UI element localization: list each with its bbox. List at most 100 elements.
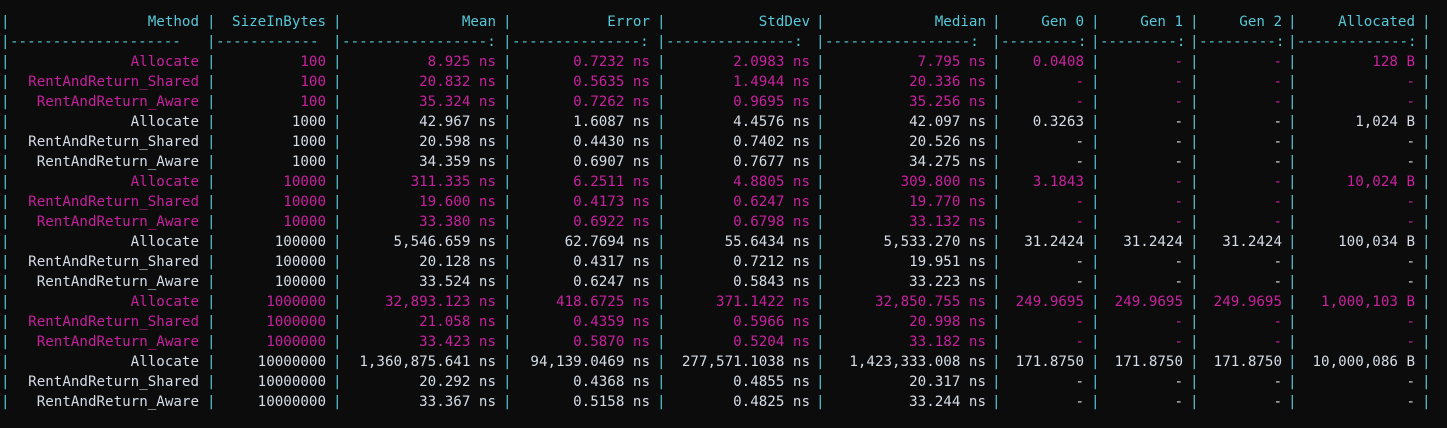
median-cell: 20.317 ns [909, 374, 986, 390]
gen2-cell: - [1273, 394, 1282, 410]
gen2-cell: - [1273, 334, 1282, 350]
table-pipe: | [207, 254, 216, 270]
size-in-bytes-cell: 1000 [291, 114, 326, 130]
gen0-cell: - [1075, 214, 1084, 230]
stddev-separator: ---------------: [666, 34, 803, 50]
method-cell: RentAndReturn_Shared [28, 134, 199, 150]
table-pipe: | [992, 174, 1001, 190]
mean-cell: 8.925 ns [427, 54, 496, 70]
gen2-cell: - [1273, 314, 1282, 330]
error-cell: 62.7694 ns [564, 234, 650, 250]
size-in-bytes-cell: 10000000 [257, 394, 326, 410]
gen0-cell: - [1075, 94, 1084, 110]
gen2-separator: ---------: [1199, 34, 1285, 50]
table-pipe: | [992, 114, 1001, 130]
size-in-bytes-cell: 10000 [283, 214, 326, 230]
mean-cell: 5,546.659 ns [393, 234, 497, 250]
gen1-cell: - [1174, 114, 1183, 130]
error-cell: 6.2511 ns [573, 174, 650, 190]
table-pipe: | [992, 54, 1001, 70]
table-pipe: | [207, 154, 216, 170]
table-row: | | | | | | | | | | | RentAndReturn_Aware 100 35.324 … [0, 92, 1447, 112]
table-pipe: | [992, 14, 1001, 30]
table-row: | | | | | | | | | | | RentAndReturn_Aware 10000000 33… [0, 392, 1447, 412]
median-cell: 33.132 ns [909, 214, 986, 230]
method-cell: RentAndReturn_Shared [28, 314, 199, 330]
table-pipe: | [1422, 334, 1431, 350]
stddev-header: StdDev [758, 14, 810, 30]
gen1-cell: - [1174, 274, 1183, 290]
method-cell: RentAndReturn_Shared [28, 194, 199, 210]
error-cell: 0.4359 ns [573, 314, 650, 330]
table-pipe: | [503, 294, 512, 310]
table-pipe: | [207, 314, 216, 330]
median-cell: 32,850.755 ns [874, 294, 986, 310]
table-pipe: | [992, 334, 1001, 350]
gen2-header: Gen 2 [1239, 14, 1282, 30]
gen1-cell: - [1174, 54, 1183, 70]
gen0-cell: 3.1843 [1032, 174, 1084, 190]
table-pipe: | [333, 294, 342, 310]
table-pipe: | [657, 214, 666, 230]
table-pipe: | [1422, 374, 1431, 390]
table-pipe: | [1190, 114, 1199, 130]
table-pipe: | [1091, 134, 1100, 150]
table-pipe: | [657, 254, 666, 270]
gen0-cell: - [1075, 394, 1084, 410]
table-pipe: | [1190, 54, 1199, 70]
gen1-cell: - [1174, 134, 1183, 150]
stddev-cell: 4.8805 ns [733, 174, 810, 190]
table-pipe: | [1422, 254, 1431, 270]
method-cell: RentAndReturn_Aware [36, 214, 199, 230]
mean-cell: 20.292 ns [419, 374, 496, 390]
median-header: Median [934, 14, 986, 30]
table-pipe: | [333, 194, 342, 210]
table-pipe: | [1422, 314, 1431, 330]
method-cell: RentAndReturn_Aware [36, 154, 199, 170]
table-pipe: | [333, 254, 342, 270]
stddev-cell: 0.5966 ns [733, 314, 810, 330]
mean-cell: 35.324 ns [419, 94, 496, 110]
gen0-header: Gen 0 [1041, 14, 1084, 30]
table-row: | | | | | | | | | | | RentAndReturn_Aware 100000 33.5… [0, 272, 1447, 292]
table-pipe: | [333, 74, 342, 90]
median-separator: -----------------: [825, 34, 979, 50]
size-in-bytes-header: SizeInBytes [232, 14, 326, 30]
method-cell: RentAndReturn_Aware [36, 334, 199, 350]
size-in-bytes-separator: ------------ [216, 34, 319, 50]
table-pipe: | [816, 234, 825, 250]
table-pipe: | [816, 14, 825, 30]
table-pipe: | [1422, 114, 1431, 130]
mean-cell: 311.335 ns [410, 174, 496, 190]
table-pipe: | [503, 74, 512, 90]
table-pipe: | [816, 314, 825, 330]
gen2-cell: - [1273, 154, 1282, 170]
table-pipe: | [207, 74, 216, 90]
table-pipe: | [207, 34, 216, 50]
table-pipe: | [657, 294, 666, 310]
allocated-cell: - [1406, 194, 1415, 210]
table-pipe: | [1422, 74, 1431, 90]
gen0-cell: 0.3263 [1032, 114, 1084, 130]
table-pipe: | [333, 394, 342, 410]
gen1-cell: 249.9695 [1114, 294, 1183, 310]
table-row: | | | | | | | | | | | Allocate 10000000 1,360,875.641… [0, 352, 1447, 372]
median-cell: 309.800 ns [900, 174, 986, 190]
table-pipe: | [333, 214, 342, 230]
gen1-cell: - [1174, 254, 1183, 270]
table-pipe: | [992, 374, 1001, 390]
median-cell: 20.526 ns [909, 134, 986, 150]
stddev-cell: 0.9695 ns [733, 94, 810, 110]
table-pipe: | [657, 194, 666, 210]
table-pipe: | [503, 34, 512, 50]
table-pipe: | [1288, 214, 1297, 230]
table-pipe: | [1288, 294, 1297, 310]
table-pipe: | [207, 134, 216, 150]
table-pipe: | [1288, 354, 1297, 370]
gen0-cell: 31.2424 [1024, 234, 1084, 250]
table-pipe: | [1422, 234, 1431, 250]
table-pipe: | [816, 134, 825, 150]
table-pipe: | [992, 74, 1001, 90]
error-header: Error [607, 14, 650, 30]
allocated-header: Allocated [1338, 14, 1415, 30]
